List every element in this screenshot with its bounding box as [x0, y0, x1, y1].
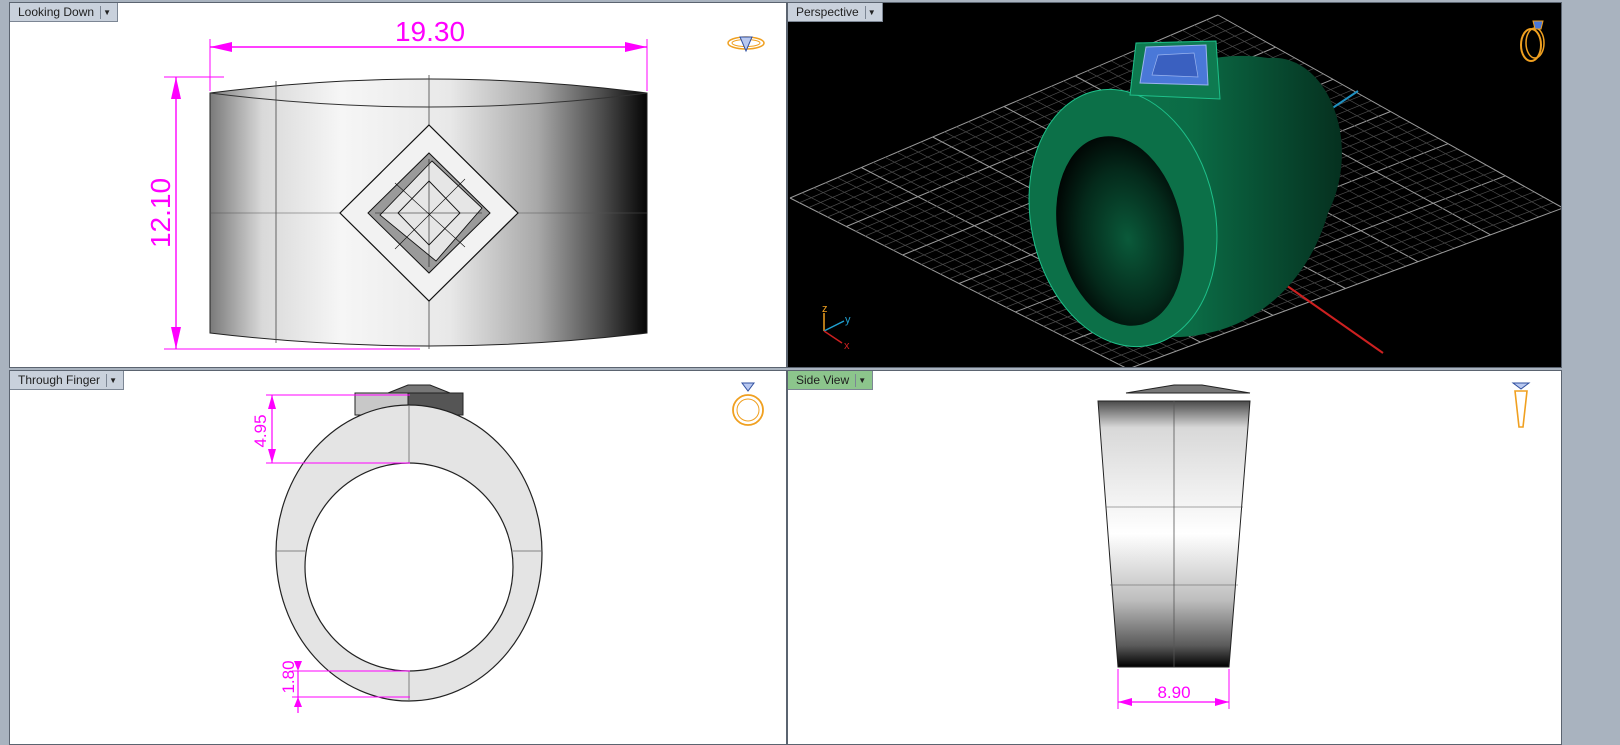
- axis-z-label: z: [822, 303, 828, 315]
- viewport-perspective[interactable]: Perspective ▼ z y x: [787, 2, 1562, 368]
- viewport-side-view[interactable]: Side View ▼ 8.90: [787, 370, 1562, 745]
- viewport-tab-perspective[interactable]: Perspective ▼: [788, 3, 883, 22]
- ring-front-icon: [732, 382, 764, 426]
- viewport-label: Perspective: [796, 5, 859, 19]
- setting-side: [1125, 384, 1251, 394]
- viewport-tab-side-view[interactable]: Side View ▼: [788, 371, 874, 390]
- looking-down-drawing: 19.30 12.10: [145, 16, 648, 350]
- viewport-menu-arrow-icon[interactable]: ▼: [106, 373, 119, 387]
- ring-side-icon: [1511, 382, 1531, 428]
- ring-gem-top-icon: [727, 36, 765, 53]
- through-finger-drawing: 4.95 1.80: [251, 384, 543, 713]
- ring-inner: [304, 462, 514, 672]
- viewport-menu-arrow-icon[interactable]: ▼: [855, 373, 868, 387]
- viewport-tab-looking-down[interactable]: Looking Down ▼: [10, 3, 119, 22]
- top-thickness-label: 4.95: [251, 414, 270, 447]
- viewport-label: Side View: [796, 373, 850, 387]
- bottom-thickness-label: 1.80: [279, 660, 298, 693]
- height-dimension-label: 12.10: [145, 178, 176, 248]
- perspective-drawing: z y x: [789, 14, 1561, 367]
- width-dimension-label: 19.30: [395, 16, 465, 47]
- axis-x-label: x: [844, 340, 850, 352]
- ring-perspective-icon: [1520, 20, 1545, 62]
- axis-triad: z y x: [822, 303, 851, 352]
- viewport-menu-arrow-icon[interactable]: ▼: [100, 5, 113, 19]
- side-width-label: 8.90: [1157, 683, 1190, 702]
- viewport-label: Looking Down: [18, 5, 95, 19]
- viewport-label: Through Finger: [18, 373, 101, 387]
- viewport-tab-through-finger[interactable]: Through Finger ▼: [10, 371, 125, 390]
- viewport-menu-arrow-icon[interactable]: ▼: [864, 5, 878, 19]
- side-view-drawing: 8.90: [1097, 384, 1251, 709]
- axis-y-label: y: [845, 314, 851, 326]
- viewport-looking-down[interactable]: Looking Down ▼ 19.30 12.10: [9, 2, 787, 368]
- viewport-through-finger[interactable]: Through Finger ▼ 4.95 1.80: [9, 370, 787, 745]
